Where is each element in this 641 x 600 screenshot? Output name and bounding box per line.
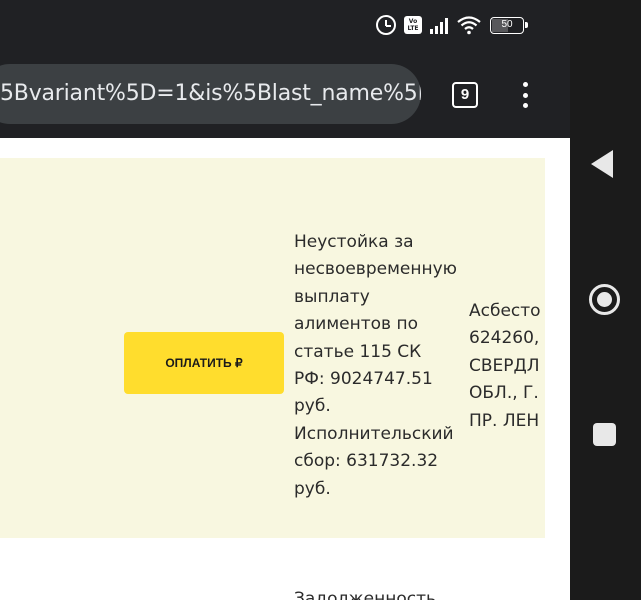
fine-address: Асбесто 624260, СВЕРДЛ ОБЛ., Г. ПР. ЛЕН	[469, 301, 541, 431]
tab-switcher-button[interactable]: 9	[452, 82, 478, 108]
status-bar: Vo LTE 50	[0, 0, 570, 50]
signal-icon	[430, 16, 448, 34]
pay-button[interactable]: ОПЛАТИТЬ ₽	[124, 332, 284, 394]
volte-icon: Vo LTE	[404, 16, 422, 34]
fine-description: Неустойка за несвоевременную выплату али…	[294, 232, 457, 499]
next-row-description: Задолженность	[294, 589, 437, 600]
home-circle-icon[interactable]	[589, 284, 620, 315]
recents-square-icon[interactable]	[593, 423, 616, 446]
url-bar[interactable]: 5Bvariant%5D=1&is%5Blast_name%5D	[0, 64, 421, 124]
url-text[interactable]: 5Bvariant%5D=1&is%5Blast_name%5D	[0, 81, 421, 106]
fine-row: ОПЛАТИТЬ ₽ Неустойка за несвоевременную …	[0, 158, 545, 538]
more-vert-icon[interactable]	[514, 80, 536, 110]
page-content: ОПЛАТИТЬ ₽ Неустойка за несвоевременную …	[0, 138, 570, 600]
screen: Vo LTE 50 5Bvariant%5D=1&is%5Blast_name%…	[0, 0, 641, 600]
alarm-icon	[376, 15, 396, 35]
back-triangle-icon[interactable]	[591, 150, 613, 178]
status-icons: Vo LTE 50	[376, 14, 528, 36]
battery-icon: 50	[490, 16, 528, 34]
browser-chrome: Vo LTE 50 5Bvariant%5D=1&is%5Blast_name%…	[0, 0, 570, 138]
android-nav-bar	[570, 0, 641, 600]
battery-level-text: 50	[501, 18, 513, 30]
wifi-icon	[456, 15, 482, 35]
